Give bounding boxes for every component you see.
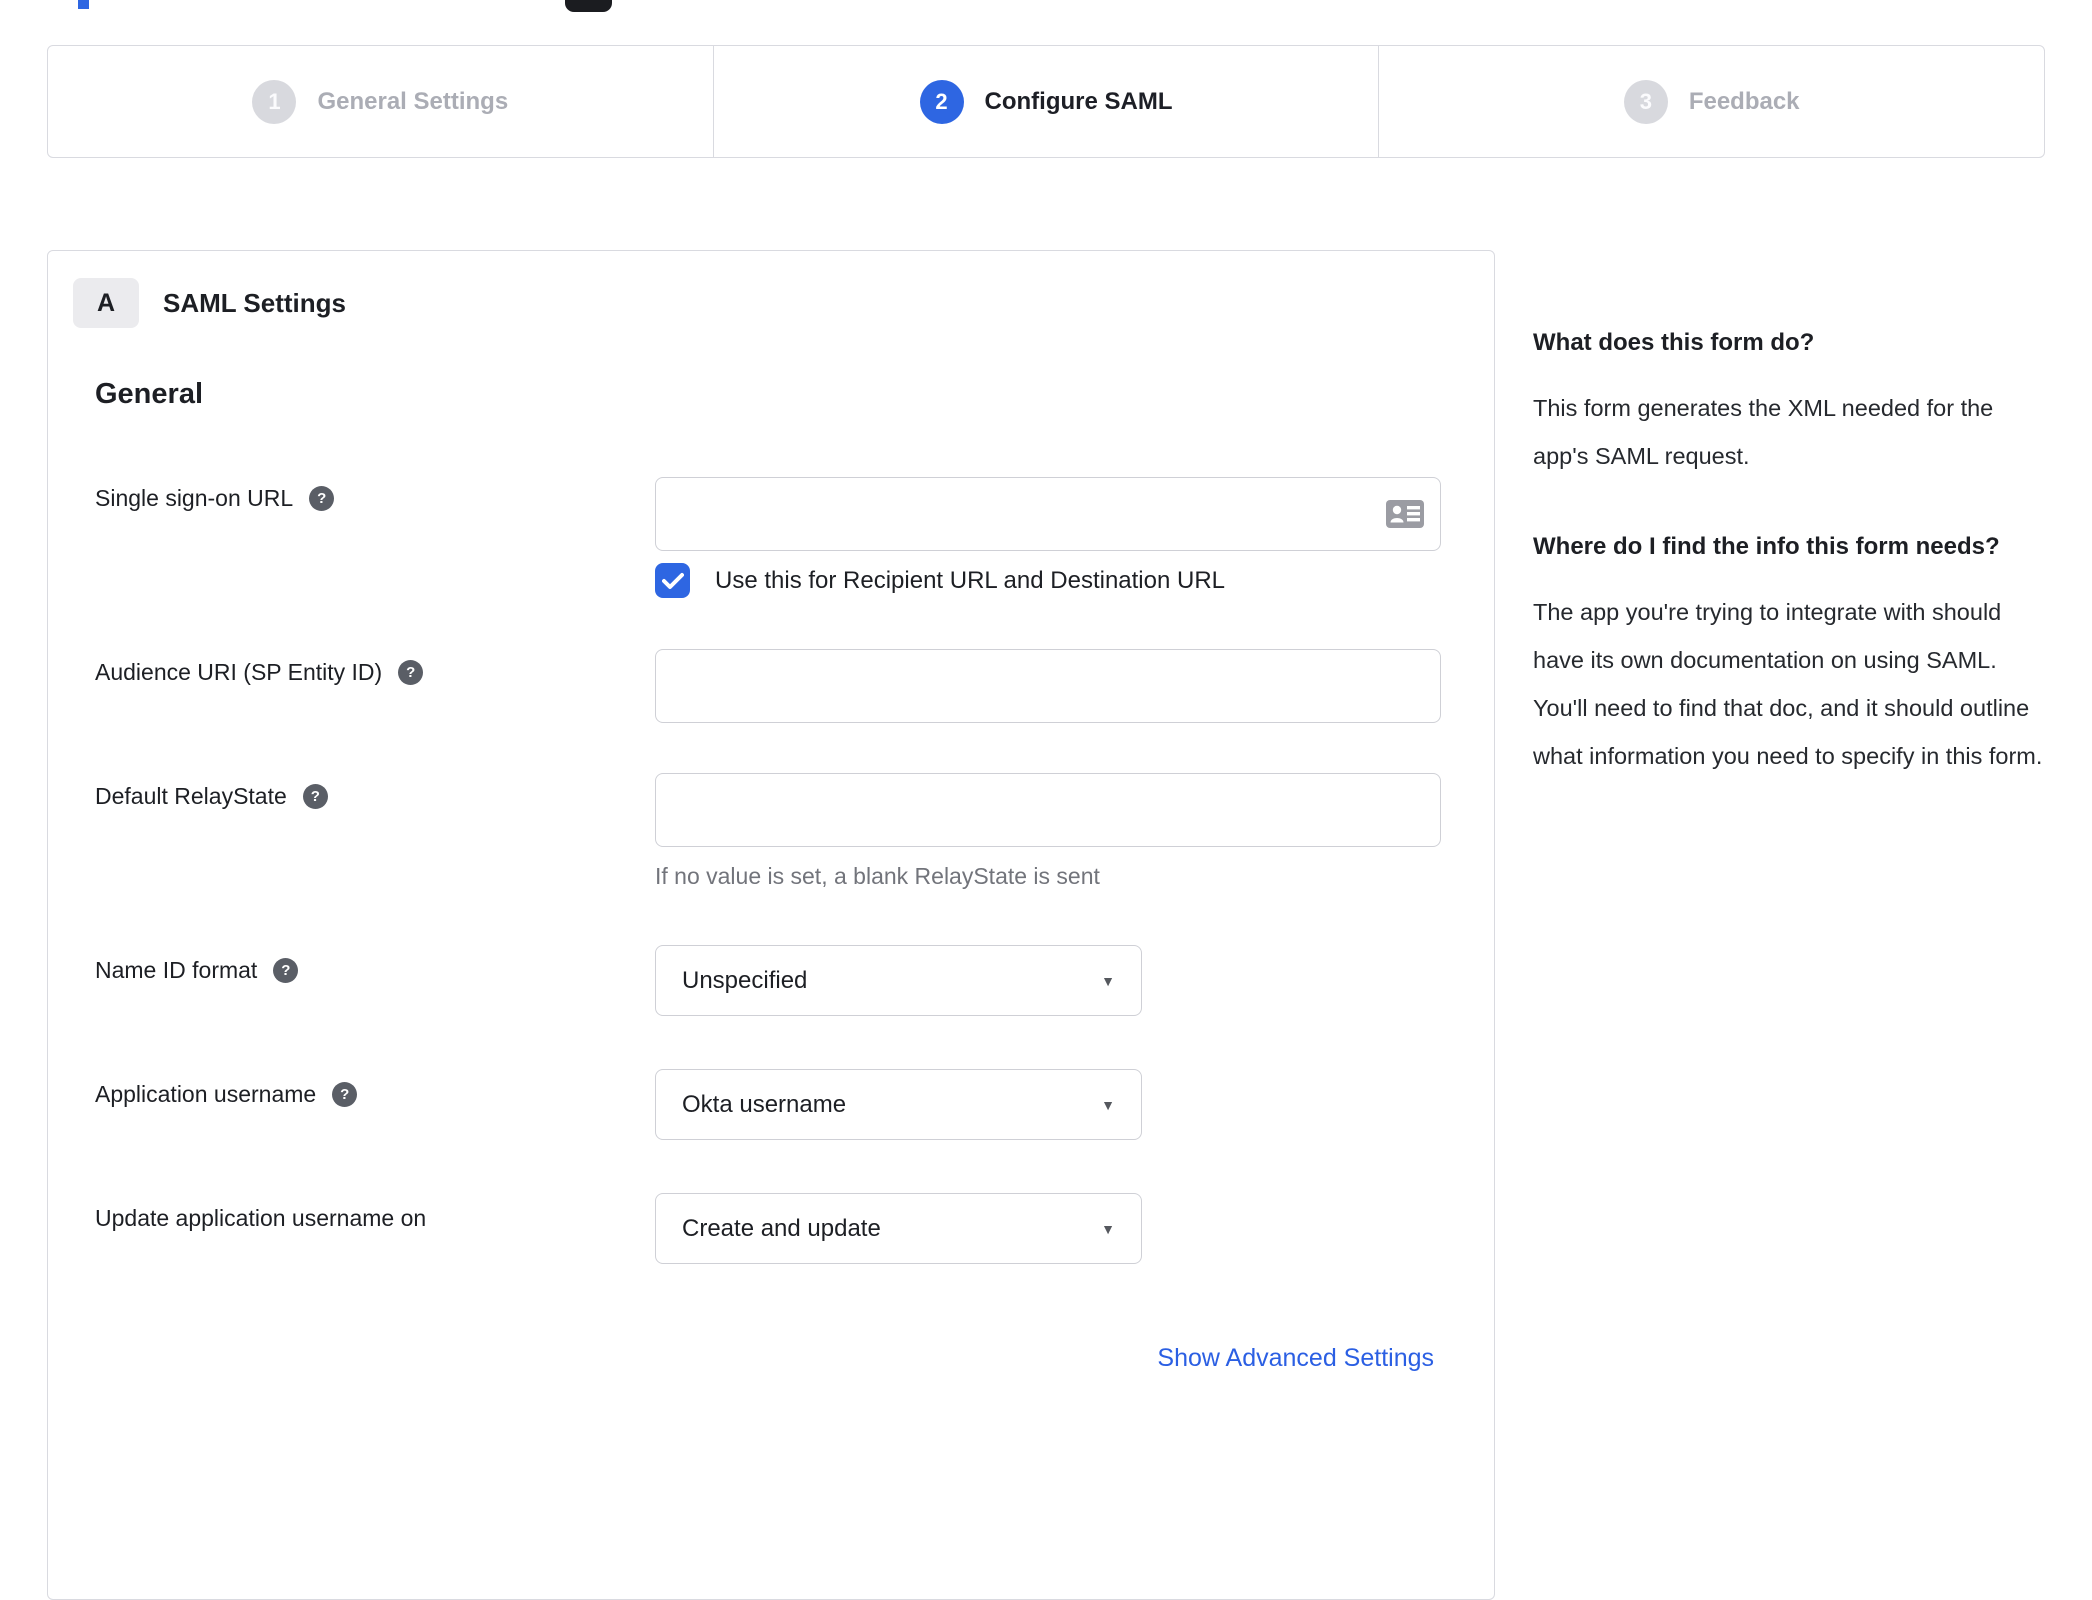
- update-username-label: Update application username on: [95, 1205, 427, 1231]
- sso-url-help-icon[interactable]: ?: [309, 486, 335, 511]
- relay-state-label: Default RelayState: [95, 783, 287, 809]
- recipient-url-checkbox-label: Use this for Recipient URL and Destinati…: [715, 566, 1226, 594]
- name-id-format-label-row: Name ID format ?: [95, 957, 299, 984]
- sidebar-body-what: This form generates the XML needed for t…: [1533, 395, 1994, 469]
- relay-state-input[interactable]: [655, 773, 1441, 847]
- step-general-settings[interactable]: 1 General Settings: [48, 46, 713, 157]
- help-sidebar: What does this form do? This form genera…: [1533, 318, 2045, 822]
- audience-uri-input[interactable]: [655, 649, 1441, 723]
- general-group-heading: General: [95, 378, 203, 410]
- app-username-value: Okta username: [682, 1090, 847, 1118]
- recipient-url-checkbox[interactable]: [655, 563, 690, 598]
- sidebar-heading-what: What does this form do?: [1533, 329, 1815, 356]
- update-username-select[interactable]: Create and update ▼: [655, 1193, 1142, 1264]
- step-feedback[interactable]: 3 Feedback: [1378, 46, 2044, 157]
- step-label: Configure SAML: [984, 87, 1173, 115]
- audience-uri-help-icon[interactable]: ?: [398, 660, 424, 685]
- app-username-label-row: Application username ?: [95, 1081, 358, 1108]
- update-username-label-row: Update application username on: [95, 1205, 426, 1232]
- update-username-value: Create and update: [682, 1214, 881, 1242]
- step-number-badge: 2: [919, 79, 964, 124]
- sso-checkbox-row: Use this for Recipient URL and Destinati…: [655, 563, 1225, 598]
- chevron-down-icon: ▼: [1101, 1096, 1115, 1113]
- relay-state-hint: If no value is set, a blank RelayState i…: [655, 863, 1100, 889]
- audience-uri-label: Audience URI (SP Entity ID): [95, 659, 383, 685]
- step-configure-saml[interactable]: 2 Configure SAML: [712, 46, 1379, 157]
- section-title: SAML Settings: [163, 288, 346, 318]
- sso-url-input[interactable]: [655, 477, 1441, 551]
- name-id-format-value: Unspecified: [682, 966, 808, 994]
- sso-url-label-row: Single sign-on URL ?: [95, 485, 335, 512]
- step-label: General Settings: [317, 87, 509, 115]
- relay-state-label-row: Default RelayState ?: [95, 783, 328, 810]
- sso-url-label: Single sign-on URL: [95, 485, 294, 511]
- name-id-format-help-icon[interactable]: ?: [273, 958, 299, 983]
- saml-settings-card: A SAML Settings General Single sign-on U…: [47, 250, 1495, 1600]
- chevron-down-icon: ▼: [1101, 1220, 1115, 1237]
- section-badge: A: [73, 278, 139, 328]
- contact-card-icon[interactable]: [1385, 499, 1425, 529]
- chevron-down-icon: ▼: [1101, 972, 1115, 989]
- wizard-stepper: 1 General Settings 2 Configure SAML 3 Fe…: [47, 45, 2045, 158]
- page-title-fragment-dark: [565, 0, 612, 12]
- app-username-select[interactable]: Okta username ▼: [655, 1069, 1142, 1140]
- show-advanced-settings-link[interactable]: Show Advanced Settings: [1157, 1344, 1434, 1373]
- step-number-badge: 3: [1623, 79, 1668, 124]
- app-username-label: Application username: [95, 1081, 317, 1107]
- name-id-format-select[interactable]: Unspecified ▼: [655, 945, 1142, 1016]
- step-label: Feedback: [1688, 87, 1800, 115]
- app-username-help-icon[interactable]: ?: [332, 1082, 358, 1107]
- relay-state-help-icon[interactable]: ?: [302, 784, 328, 809]
- page-title-fragment-blue: [78, 0, 89, 9]
- sidebar-body-where: The app you're trying to integrate with …: [1533, 599, 2043, 769]
- name-id-format-label: Name ID format: [95, 957, 258, 983]
- step-number-badge: 1: [252, 79, 297, 124]
- sidebar-heading-where: Where do I find the info this form needs…: [1533, 533, 2000, 560]
- audience-uri-label-row: Audience URI (SP Entity ID) ?: [95, 659, 424, 686]
